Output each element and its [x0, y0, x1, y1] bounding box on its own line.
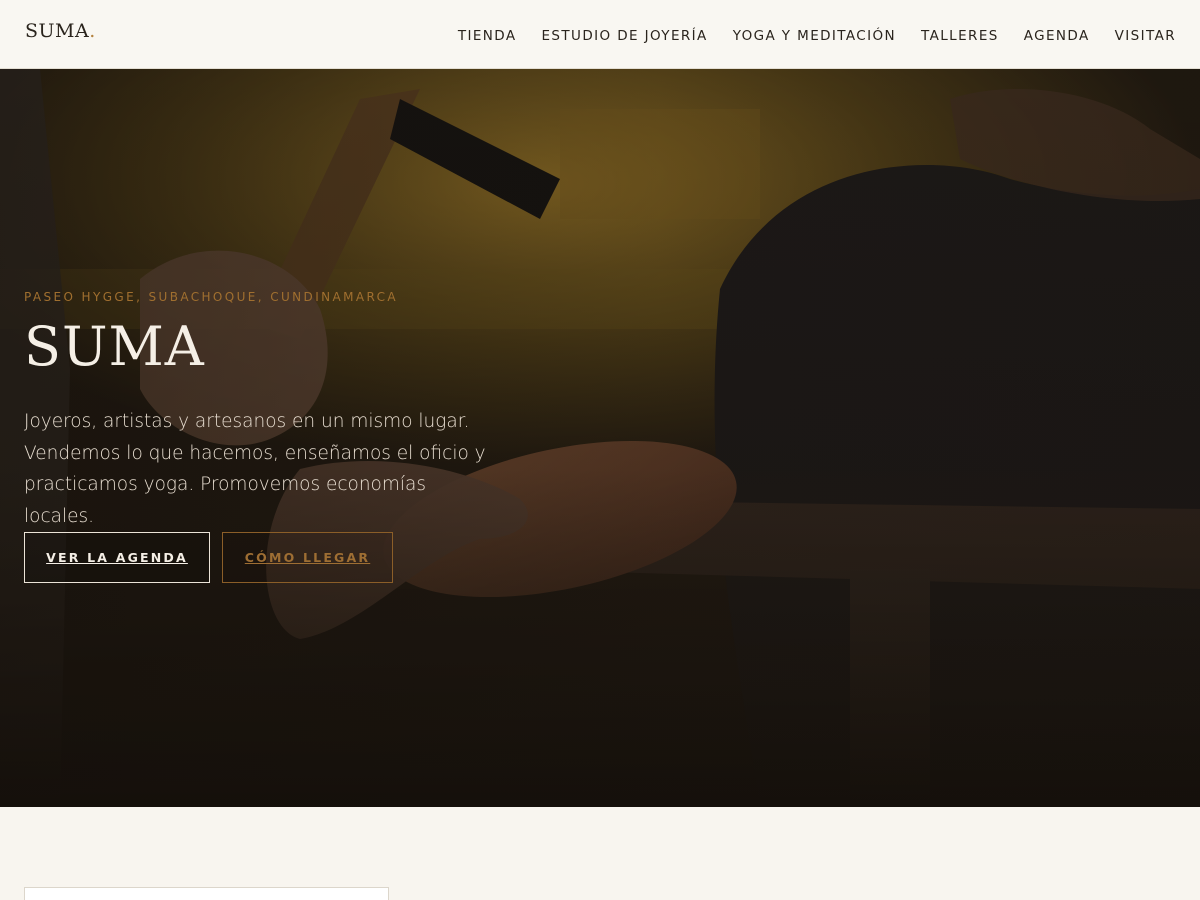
nav-item-yoga-meditacion: YOGA Y MEDITACIÓN	[733, 25, 896, 44]
nav-item-estudio-joyeria: ESTUDIO DE JOYERÍA	[542, 25, 708, 44]
nav-link-estudio-joyeria[interactable]: ESTUDIO DE JOYERÍA	[542, 28, 708, 44]
logo-text[interactable]: SUMA	[25, 20, 89, 42]
nav-link-talleres[interactable]: TALLERES	[921, 28, 999, 44]
logo-dot: .	[89, 20, 96, 42]
nav-link-yoga-meditacion[interactable]: YOGA Y MEDITACIÓN	[733, 28, 896, 44]
ver-agenda-button[interactable]: VER LA AGENDA	[24, 532, 210, 583]
hero-description: Joyeros, artistas y artesanos en un mism…	[24, 411, 486, 527]
hero-section: PASEO HYGGE, SUBACHOQUE, CUNDINAMARCA SU…	[0, 69, 1200, 807]
como-llegar-button[interactable]: CÓMO LLEGAR	[222, 532, 393, 583]
nav-link-tienda[interactable]: TIENDA	[458, 28, 517, 44]
nav-item-visitar: VISITAR	[1115, 25, 1176, 44]
nav-item-tienda: TIENDA	[458, 25, 517, 44]
site-header: SUMA. TIENDA ESTUDIO DE JOYERÍA YOGA Y M…	[0, 0, 1200, 69]
logo[interactable]: SUMA.	[25, 20, 96, 42]
nav-item-talleres: TALLERES	[921, 25, 999, 44]
nav-item-agenda: AGENDA	[1024, 25, 1090, 44]
hero-title: SUMA	[24, 315, 205, 378]
nav-link-agenda[interactable]: AGENDA	[1024, 28, 1090, 44]
content-card	[24, 887, 389, 900]
hero-location-eyebrow: PASEO HYGGE, SUBACHOQUE, CUNDINAMARCA	[24, 290, 399, 304]
nav-link-visitar[interactable]: VISITAR	[1115, 28, 1176, 44]
main-nav: TIENDA ESTUDIO DE JOYERÍA YOGA Y MEDITAC…	[458, 0, 1176, 69]
